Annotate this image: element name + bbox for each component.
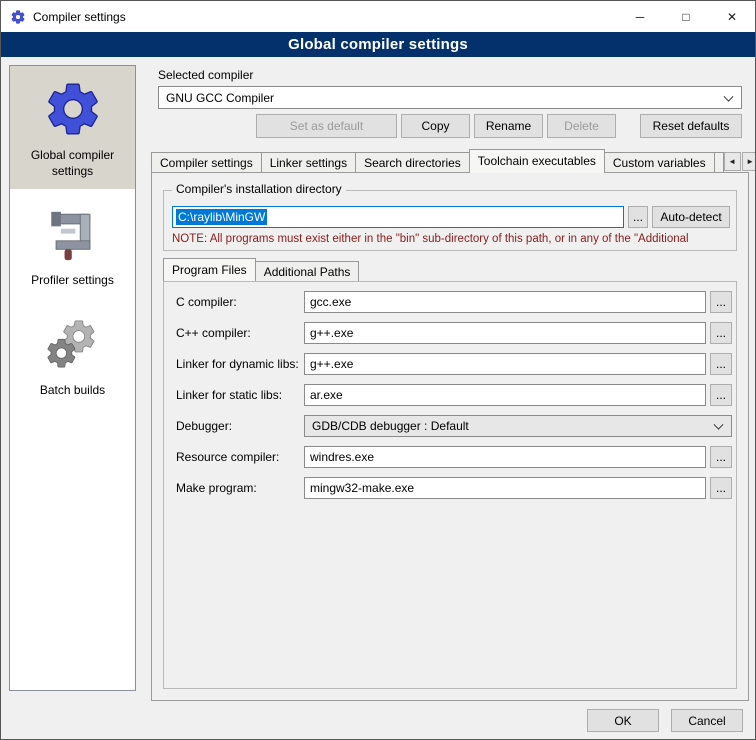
make-program-input[interactable] bbox=[304, 477, 706, 499]
ok-button[interactable]: OK bbox=[587, 709, 659, 732]
tab-compiler-settings[interactable]: Compiler settings bbox=[151, 152, 262, 173]
installation-directory-value: C:\raylib\MinGW bbox=[176, 209, 267, 225]
sidebar-item-label: Batch builds bbox=[35, 383, 110, 399]
tab-custom-variables[interactable]: Custom variables bbox=[604, 152, 715, 173]
window-title: Compiler settings bbox=[33, 10, 126, 24]
linker-dynamic-label: Linker for dynamic libs: bbox=[176, 357, 299, 371]
resource-compiler-browse-button[interactable]: ... bbox=[710, 446, 732, 468]
maximize-button[interactable]: □ bbox=[663, 1, 709, 32]
sidebar-item-label: Profiler settings bbox=[26, 273, 119, 289]
tab-build-options-truncated[interactable]: Buil bbox=[714, 152, 724, 173]
installation-directory-groupbox: Compiler's installation directory C:\ray… bbox=[163, 190, 737, 251]
settings-tab-bar: Compiler settings Linker settings Search… bbox=[151, 149, 753, 173]
set-as-default-button[interactable]: Set as default bbox=[256, 114, 397, 138]
app-icon bbox=[10, 9, 26, 25]
make-program-browse-button[interactable]: ... bbox=[710, 477, 732, 499]
c-compiler-input[interactable] bbox=[304, 291, 706, 313]
compiler-settings-window: Compiler settings ─ □ ✕ Global compiler … bbox=[0, 0, 756, 740]
settings-category-sidebar: Global compiler settings Profiler settin… bbox=[9, 65, 136, 691]
debugger-value: GDB/CDB debugger : Default bbox=[312, 419, 469, 433]
chevron-down-icon bbox=[714, 420, 724, 430]
rename-button[interactable]: Rename bbox=[474, 114, 543, 138]
tab-search-directories[interactable]: Search directories bbox=[355, 152, 470, 173]
linker-dynamic-browse-button[interactable]: ... bbox=[710, 353, 732, 375]
tab-linker-settings[interactable]: Linker settings bbox=[261, 152, 356, 173]
selected-compiler-dropdown[interactable]: GNU GCC Compiler bbox=[158, 86, 742, 109]
c-compiler-browse-button[interactable]: ... bbox=[710, 291, 732, 313]
titlebar[interactable]: Compiler settings ─ □ ✕ bbox=[1, 1, 755, 32]
tab-program-files[interactable]: Program Files bbox=[163, 258, 256, 282]
selected-compiler-value: GNU GCC Compiler bbox=[166, 91, 274, 105]
bin-subdirectory-note: NOTE: All programs must exist either in … bbox=[172, 233, 732, 245]
gear-blue-icon bbox=[42, 78, 104, 143]
make-program-label: Make program: bbox=[176, 481, 257, 495]
installation-directory-input[interactable]: C:\raylib\MinGW bbox=[172, 206, 624, 228]
cpp-compiler-browse-button[interactable]: ... bbox=[710, 322, 732, 344]
sidebar-item-batch-builds[interactable]: Batch builds bbox=[10, 305, 135, 409]
resource-compiler-input[interactable] bbox=[304, 446, 706, 468]
dialog-header: Global compiler settings bbox=[1, 32, 755, 57]
gears-gray-icon bbox=[44, 317, 102, 378]
auto-detect-button[interactable]: Auto-detect bbox=[652, 206, 730, 228]
sidebar-item-label: Global compiler settings bbox=[10, 148, 135, 179]
chevron-down-icon bbox=[724, 91, 734, 101]
linker-static-label: Linker for static libs: bbox=[176, 388, 282, 402]
tab-scrollers: ◄ ► bbox=[724, 152, 756, 173]
sidebar-item-global-compiler-settings[interactable]: Global compiler settings bbox=[10, 66, 135, 189]
sidebar-item-profiler-settings[interactable]: Profiler settings bbox=[10, 195, 135, 299]
copy-button[interactable]: Copy bbox=[401, 114, 470, 138]
selected-compiler-label: Selected compiler bbox=[158, 68, 253, 82]
debugger-dropdown[interactable]: GDB/CDB debugger : Default bbox=[304, 415, 732, 437]
linker-dynamic-input[interactable] bbox=[304, 353, 706, 375]
minimize-button[interactable]: ─ bbox=[617, 1, 663, 32]
cpp-compiler-label: C++ compiler: bbox=[176, 326, 251, 340]
tab-scroll-left-icon[interactable]: ◄ bbox=[724, 152, 741, 171]
clamp-icon bbox=[44, 207, 102, 268]
tab-scroll-right-icon[interactable]: ► bbox=[742, 152, 756, 171]
installation-directory-browse-button[interactable]: ... bbox=[628, 206, 648, 228]
linker-static-input[interactable] bbox=[304, 384, 706, 406]
close-button[interactable]: ✕ bbox=[709, 1, 755, 32]
delete-button[interactable]: Delete bbox=[547, 114, 616, 138]
debugger-label: Debugger: bbox=[176, 419, 232, 433]
reset-defaults-button[interactable]: Reset defaults bbox=[640, 114, 742, 138]
cpp-compiler-input[interactable] bbox=[304, 322, 706, 344]
c-compiler-label: C compiler: bbox=[176, 295, 237, 309]
installation-directory-label: Compiler's installation directory bbox=[172, 182, 346, 196]
program-files-tab-bar: Program Files Additional Paths bbox=[163, 258, 737, 282]
cancel-button[interactable]: Cancel bbox=[671, 709, 743, 732]
linker-static-browse-button[interactable]: ... bbox=[710, 384, 732, 406]
tab-toolchain-executables[interactable]: Toolchain executables bbox=[469, 149, 605, 173]
program-files-panel: C compiler: ... C++ compiler: ... Linker… bbox=[163, 281, 737, 689]
resource-compiler-label: Resource compiler: bbox=[176, 450, 279, 464]
tab-additional-paths[interactable]: Additional Paths bbox=[255, 261, 360, 282]
window-controls: ─ □ ✕ bbox=[617, 1, 755, 32]
